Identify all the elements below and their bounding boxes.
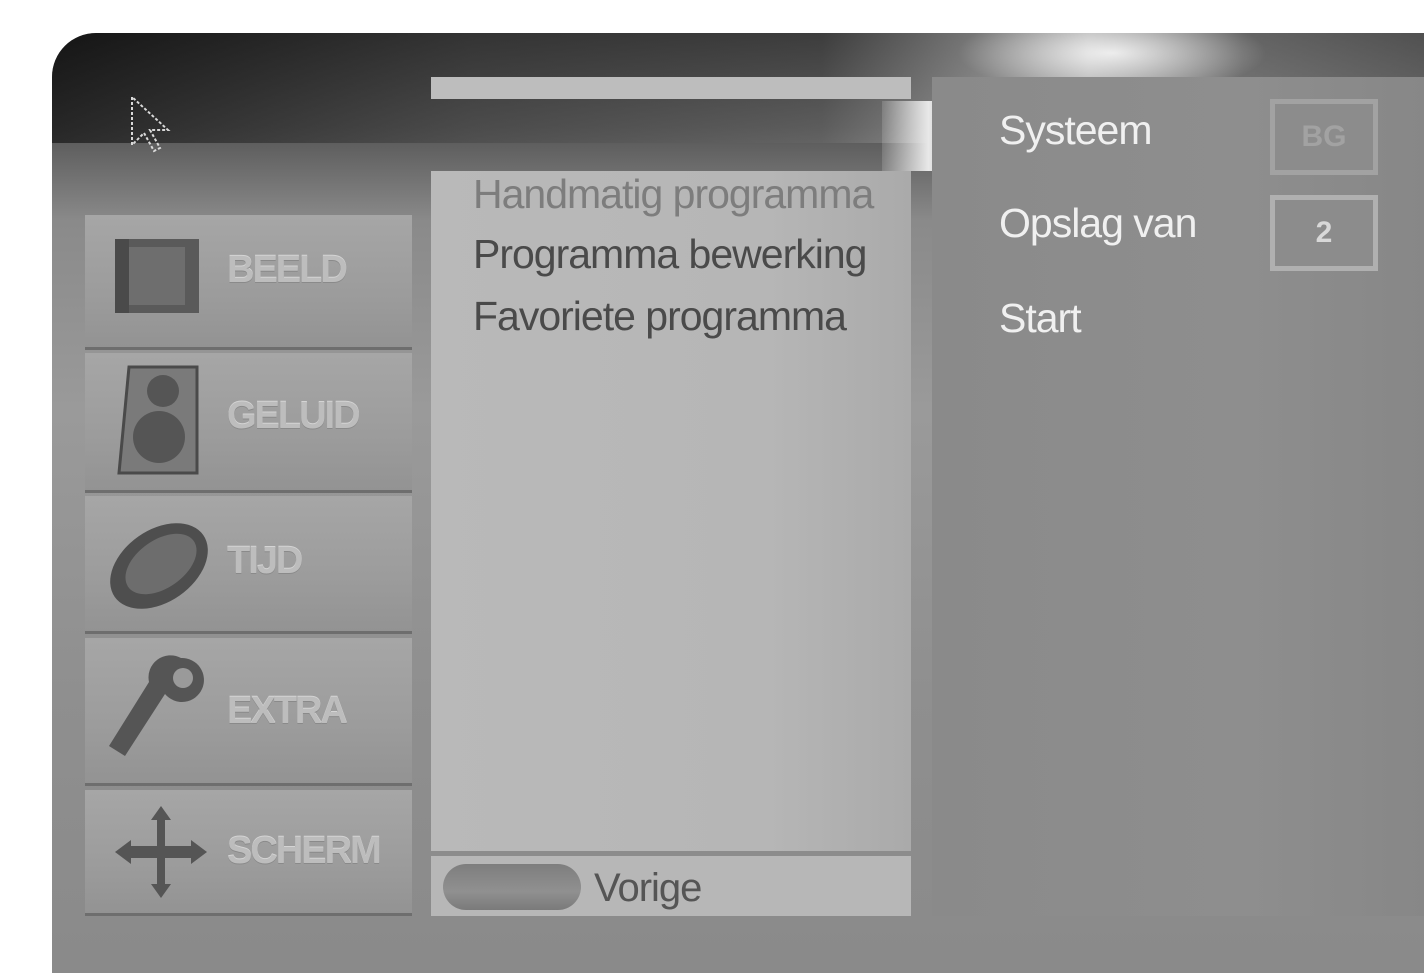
wrench-icon <box>109 655 204 756</box>
option-start[interactable]: Start <box>999 295 1082 342</box>
sidebar-item-label: SCHERM <box>227 830 382 872</box>
submenu-item-bewerking[interactable]: Programma bewerking <box>473 231 867 278</box>
sidebar-item-label: TIJD <box>227 540 303 582</box>
sidebar-item-label: EXTRA <box>227 690 348 732</box>
sidebar-item-scherm[interactable]: SCHERM <box>85 790 412 916</box>
sidebar-item-tijd[interactable]: TIJD <box>85 496 412 634</box>
sidebar-item-geluid[interactable]: GELUID <box>85 353 412 493</box>
back-button[interactable] <box>443 864 581 910</box>
option-opslag-van[interactable]: Opslag van <box>999 200 1197 247</box>
submenu-footer: Vorige <box>431 856 911 916</box>
option-systeem[interactable]: Systeem <box>999 107 1152 154</box>
systeem-value: BG <box>1301 120 1347 153</box>
sidebar-item-label: BEELD <box>227 249 348 291</box>
clock-icon <box>110 523 208 609</box>
cursor-icon <box>131 94 171 153</box>
submenu-item-favoriete[interactable]: Favoriete programma <box>473 293 847 340</box>
opslag-value: 2 <box>1315 216 1333 249</box>
systeem-value-box[interactable]: BG <box>1270 99 1378 175</box>
options-panel: Systeem BG Opslag van 2 Start <box>932 77 1424 916</box>
move-arrows-icon <box>115 806 207 898</box>
speaker-icon <box>117 365 199 475</box>
submenu-header-bar <box>431 77 911 99</box>
back-label: Vorige <box>594 866 702 910</box>
sidebar-item-label: GELUID <box>227 395 361 437</box>
picture-icon <box>115 239 199 313</box>
sidebar-item-beeld[interactable]: BEELD <box>85 215 412 350</box>
sidebar-item-extra[interactable]: EXTRA <box>85 638 412 786</box>
osd-menu-window: BEELD GELUID TIJD EXTRA SCHERM Handmatig… <box>52 33 1424 973</box>
submenu-item-handmatig[interactable]: Handmatig programma <box>473 171 874 218</box>
submenu-panel: Handmatig programma Programma bewerking … <box>431 171 911 851</box>
opslag-value-box[interactable]: 2 <box>1270 195 1378 271</box>
